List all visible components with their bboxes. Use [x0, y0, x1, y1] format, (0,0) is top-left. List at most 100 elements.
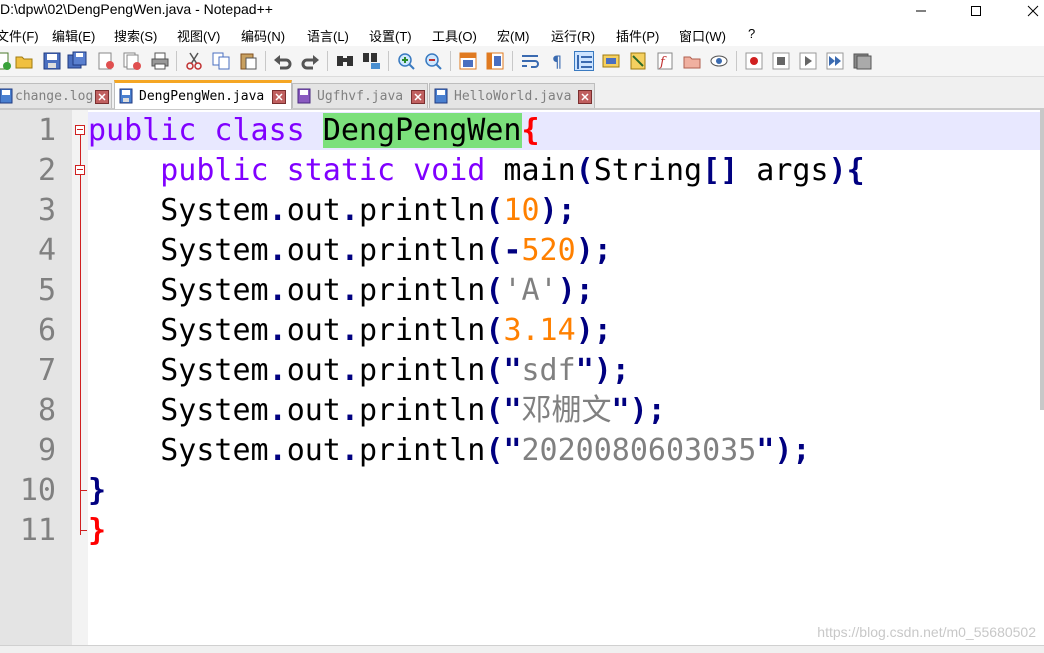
menu-run[interactable]: 运行(R): [551, 26, 595, 45]
code-token: .: [268, 353, 287, 388]
save-icon[interactable]: [42, 51, 62, 71]
code-token: (: [485, 353, 504, 388]
code-line[interactable]: 1 public class DengPengWen{: [0, 111, 1044, 151]
code-token: (: [575, 153, 594, 188]
menu-help[interactable]: ?: [748, 26, 755, 41]
code-text: }: [88, 511, 106, 551]
paste-icon[interactable]: [238, 51, 258, 71]
tab-close-button[interactable]: [578, 90, 592, 104]
toolbar-separator: [736, 51, 737, 71]
menu-view[interactable]: 视图(V): [177, 26, 220, 45]
monitoring-icon[interactable]: [709, 51, 729, 71]
code-token: ": [611, 393, 630, 428]
sync-vertical-icon[interactable]: [458, 51, 478, 71]
menu-encoding[interactable]: 编码(N): [241, 26, 285, 45]
close-window-button[interactable]: [1010, 0, 1044, 22]
code-token: .: [268, 233, 287, 268]
code-token: println: [358, 353, 486, 388]
code-line[interactable]: 8 System.out.println("邓棚文");: [0, 391, 1044, 431]
menu-macro[interactable]: 宏(M): [497, 26, 530, 45]
new-file-icon[interactable]: [0, 51, 12, 71]
save-all-icon[interactable]: [67, 51, 87, 71]
menu-tools[interactable]: 工具(O): [432, 26, 477, 45]
code-token: .: [340, 273, 359, 308]
word-wrap-icon[interactable]: [520, 51, 540, 71]
code-text: System.out.println('A');: [88, 271, 594, 311]
code-line[interactable]: 3 System.out.println(10);: [0, 191, 1044, 231]
play-macro-icon[interactable]: [798, 51, 818, 71]
find-icon[interactable]: [335, 51, 355, 71]
show-all-chars-icon[interactable]: ¶: [547, 51, 567, 71]
code-token: (: [485, 193, 504, 228]
close-all-icon[interactable]: [122, 51, 142, 71]
code-token: .: [340, 233, 359, 268]
code-line[interactable]: 5 System.out.println('A');: [0, 271, 1044, 311]
copy-icon[interactable]: [211, 51, 231, 71]
code-line[interactable]: 6 System.out.println(3.14);: [0, 311, 1044, 351]
line-number: 8: [37, 393, 56, 428]
folder-workspace-icon[interactable]: [682, 51, 702, 71]
code-line[interactable]: 4 System.out.println(-520);: [0, 231, 1044, 271]
menu-settings[interactable]: 设置(T): [369, 26, 412, 45]
line-number: 1: [37, 113, 56, 148]
code-token: .: [340, 353, 359, 388]
maximize-button[interactable]: [953, 0, 999, 22]
menu-edit[interactable]: 编辑(E): [52, 26, 95, 45]
code-line[interactable]: 2 public static void main(String[] args)…: [0, 151, 1044, 191]
function-list-icon[interactable]: f: [655, 51, 675, 71]
code-token: (: [485, 433, 504, 468]
replace-icon[interactable]: [362, 51, 382, 71]
code-token: 3.14: [503, 313, 576, 348]
print-icon[interactable]: [150, 51, 170, 71]
minimize-button[interactable]: [898, 0, 944, 22]
tab-helloworld-java[interactable]: HelloWorld.java: [429, 83, 595, 108]
toolbar-separator: [388, 51, 389, 71]
undo-icon[interactable]: [273, 51, 293, 71]
save-macro-icon[interactable]: [852, 51, 872, 71]
line-number: 10: [19, 473, 56, 508]
zoom-out-icon[interactable]: [423, 51, 443, 71]
code-line[interactable]: 10}: [0, 471, 1044, 511]
tab-close-button[interactable]: [272, 90, 286, 104]
tab-close-button[interactable]: [411, 90, 425, 104]
doc-map-icon[interactable]: [628, 51, 648, 71]
menu-plugins[interactable]: 插件(P): [616, 26, 659, 45]
close-file-icon[interactable]: [96, 51, 116, 71]
tab-bar: change.log DengPengWen.java Ugfhvf.java …: [0, 77, 1044, 110]
sync-horizontal-icon[interactable]: [485, 51, 505, 71]
code-text: System.out.println("sdf");: [88, 351, 630, 391]
stop-macro-icon[interactable]: [771, 51, 791, 71]
tab-close-button[interactable]: [95, 90, 109, 104]
tab-change-log[interactable]: change.log: [0, 83, 112, 108]
zoom-in-icon[interactable]: [396, 51, 416, 71]
record-macro-icon[interactable]: [744, 51, 764, 71]
menu-language[interactable]: 语言(L): [307, 26, 349, 45]
code-token: 520: [521, 233, 576, 268]
code-line[interactable]: 11}: [0, 511, 1044, 551]
tab-dengpengwen-java[interactable]: DengPengWen.java: [114, 80, 292, 109]
run-macro-multiple-icon[interactable]: [825, 51, 845, 71]
line-number: 5: [37, 273, 56, 308]
menu-file[interactable]: 文件(F): [0, 26, 39, 45]
code-token: public class: [88, 113, 323, 148]
code-token: .: [268, 273, 287, 308]
menu-search[interactable]: 搜索(S): [114, 26, 157, 45]
code-token: .: [268, 313, 287, 348]
code-line[interactable]: 7 System.out.println("sdf");: [0, 351, 1044, 391]
code-line[interactable]: 9 System.out.println("2020080603035");: [0, 431, 1044, 471]
lang-udl-icon[interactable]: [601, 51, 621, 71]
menu-window[interactable]: 窗口(W): [679, 26, 726, 45]
line-number: 3: [37, 193, 56, 228]
indent-guide-icon[interactable]: [574, 51, 594, 71]
open-file-icon[interactable]: [14, 51, 34, 71]
code-editor[interactable]: 1 public class DengPengWen{2 public stati…: [0, 110, 1044, 645]
code-token: DengPengWen: [322, 113, 522, 148]
redo-icon[interactable]: [300, 51, 320, 71]
code-token: public static void: [160, 153, 504, 188]
tab-ugfhvf-java[interactable]: Ugfhvf.java: [292, 83, 428, 108]
minimize-icon: [916, 10, 926, 12]
code-token: (-: [485, 233, 522, 268]
code-token: System: [88, 273, 269, 308]
vertical-scrollbar[interactable]: [1040, 110, 1044, 410]
cut-icon[interactable]: [184, 51, 204, 71]
